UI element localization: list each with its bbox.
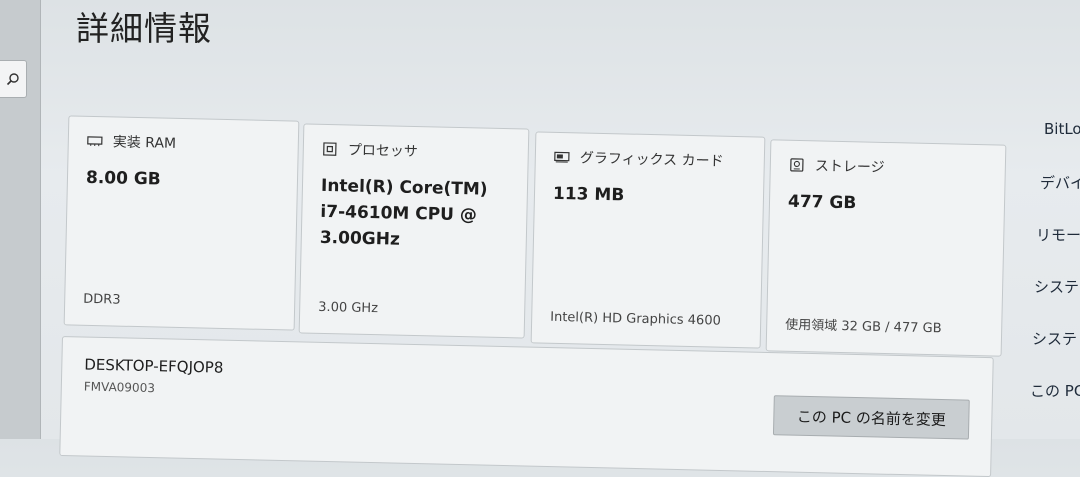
- processor-label: プロセッサ: [348, 139, 418, 161]
- ram-label: 実装 RAM: [113, 131, 177, 152]
- processor-card: プロセッサ Intel(R) Core(TM) i7-4610M CPU @ 3…: [299, 123, 530, 338]
- processor-speed: 3.00 GHz: [318, 300, 378, 316]
- rename-pc-button[interactable]: この PC の名前を変更: [773, 395, 970, 439]
- link-this-pc[interactable]: この PC: [1030, 380, 1080, 401]
- left-navigation-strip: [0, 0, 41, 439]
- processor-icon: [322, 142, 338, 156]
- storage-icon: [789, 158, 805, 172]
- related-links: BitLo デバイ リモー システ システ この PC: [1026, 0, 1080, 439]
- ram-card: 実装 RAM 8.00 GB DDR3: [64, 115, 300, 330]
- graphics-model: Intel(R) HD Graphics 4600: [550, 310, 721, 329]
- ram-type: DDR3: [83, 292, 121, 308]
- search-button[interactable]: [0, 60, 27, 98]
- graphics-label: グラフィックス カード: [580, 147, 724, 170]
- graphics-card-icon: [554, 150, 570, 164]
- link-bitlocker[interactable]: BitLo: [1044, 120, 1080, 138]
- device-model: FMVA09003: [84, 380, 155, 396]
- page-title: 詳細情報: [76, 2, 212, 50]
- device-name-panel: DESKTOP-EFQJOP8 FMVA09003 この PC の名前を変更: [59, 336, 993, 477]
- search-icon: [6, 72, 20, 86]
- processor-value: Intel(R) Core(TM) i7-4610M CPU @ 3.00GHz: [320, 173, 502, 255]
- device-name: DESKTOP-EFQJOP8: [84, 356, 223, 377]
- link-system-advanced[interactable]: システ: [1032, 328, 1077, 349]
- ram-value: 8.00 GB: [86, 165, 161, 193]
- link-remote-desktop[interactable]: リモー: [1036, 224, 1080, 245]
- link-device-manager[interactable]: デバイ: [1040, 172, 1080, 193]
- link-system-protection[interactable]: システ: [1034, 276, 1079, 297]
- storage-card: ストレージ 477 GB 使用領域 32 GB / 477 GB: [766, 139, 1007, 356]
- storage-value: 477 GB: [788, 189, 857, 217]
- storage-usage: 使用領域 32 GB / 477 GB: [785, 314, 942, 337]
- storage-label: ストレージ: [815, 155, 885, 177]
- graphics-card: グラフィックス カード 113 MB Intel(R) HD Graphics …: [531, 131, 766, 348]
- ram-icon: [87, 134, 103, 148]
- graphics-memory: 113 MB: [553, 181, 625, 209]
